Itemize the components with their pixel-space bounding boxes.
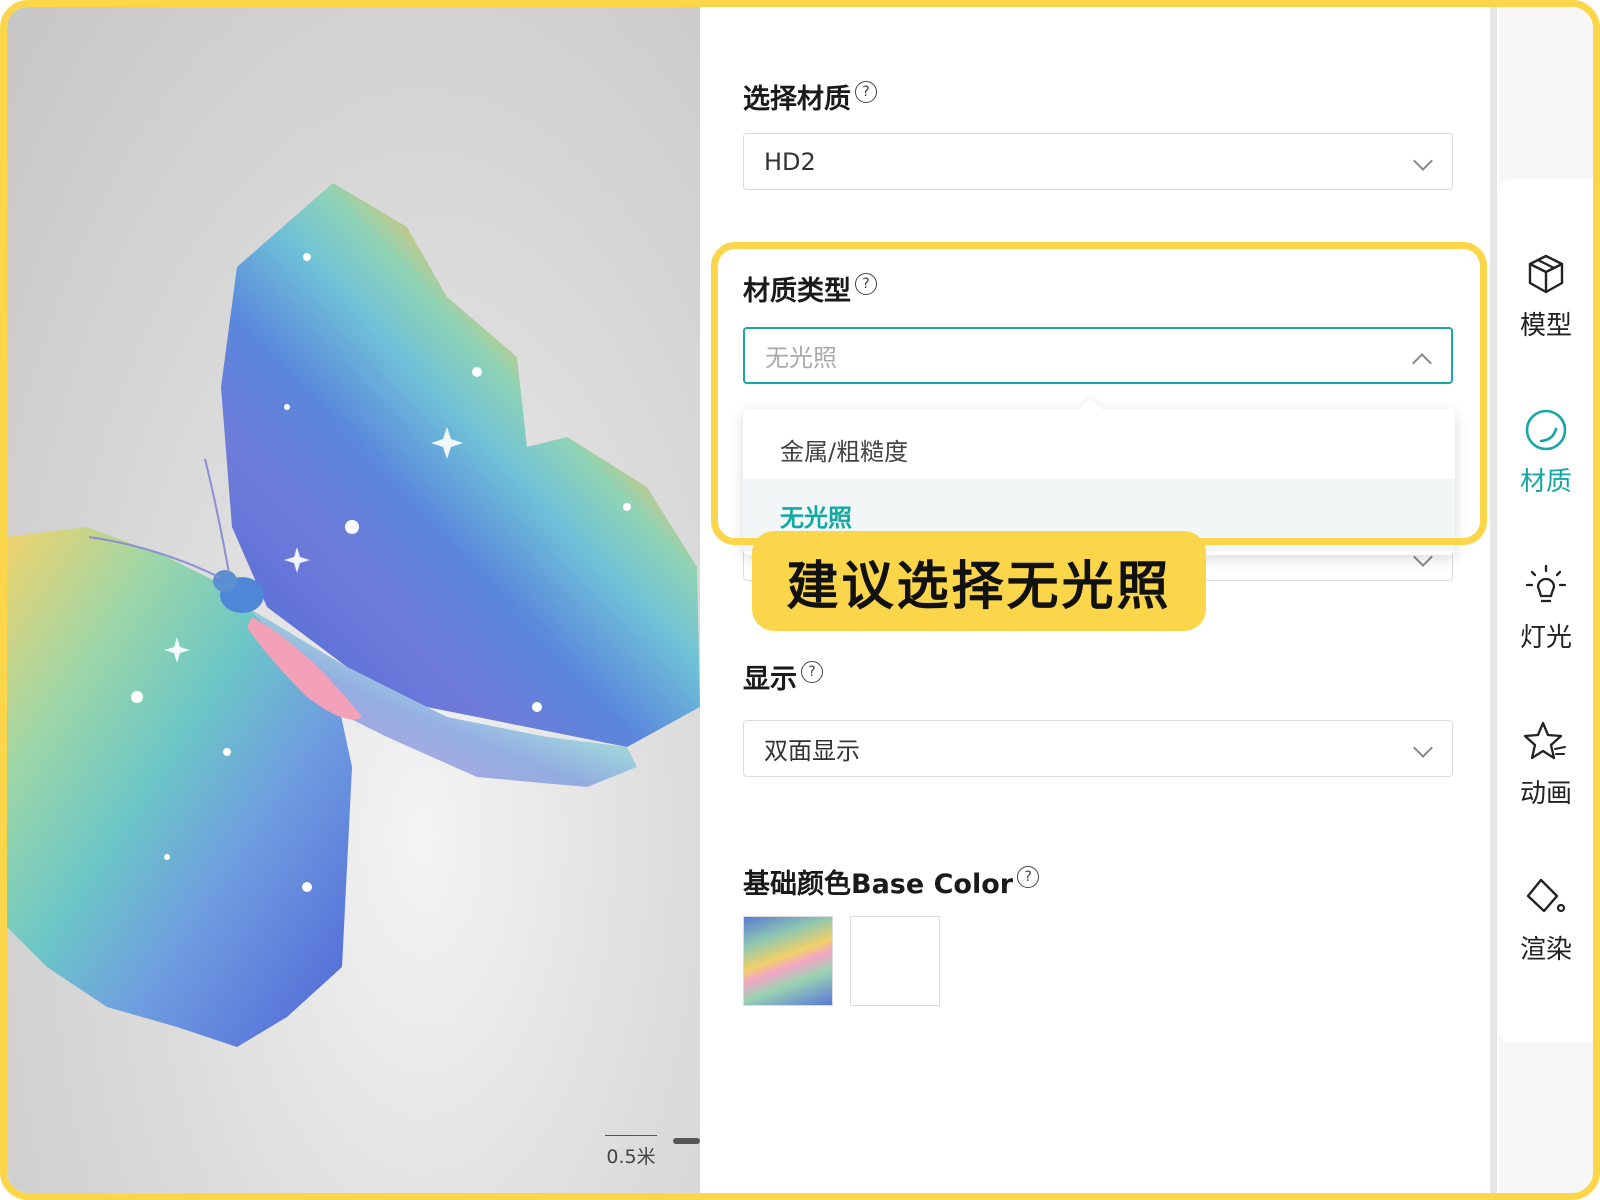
toolbar-item-animation[interactable]: 动画: [1499, 719, 1593, 810]
panel-divider[interactable]: [1490, 7, 1497, 1193]
base-color-label: 基础颜色Base Color ?: [743, 862, 1040, 901]
toolbar-label: 模型: [1519, 311, 1572, 341]
base-color-label-text: 基础颜色Base Color: [743, 869, 1014, 900]
3d-viewport[interactable]: 0.5米: [7, 7, 700, 1193]
display-label-text: 显示: [743, 664, 797, 695]
help-icon[interactable]: ?: [855, 272, 877, 295]
toolbar-item-render[interactable]: 渲染: [1499, 875, 1593, 966]
help-icon[interactable]: ?: [855, 80, 877, 103]
toolbar-item-light[interactable]: 灯光: [1499, 563, 1593, 654]
toolbar-label: 渲染: [1519, 935, 1572, 965]
material-type-label: 材质类型 ?: [743, 269, 877, 308]
dropdown-option-metal-roughness[interactable]: 金属/粗糙度: [743, 413, 1455, 485]
tip-badge: 建议选择无光照: [752, 531, 1206, 631]
chevron-down-icon: [1413, 151, 1433, 171]
toolbar-label: 动画: [1519, 779, 1572, 809]
toolbar-label: 灯光: [1519, 623, 1572, 653]
viewport-scroll-handle[interactable]: [673, 1138, 700, 1144]
cube-icon: [1528, 254, 1564, 294]
scale-line: [605, 1135, 657, 1136]
material-type-select[interactable]: 无光照: [743, 327, 1453, 384]
material-select-label: 选择材质 ?: [743, 77, 877, 116]
chevron-up-icon: [1412, 353, 1432, 373]
material-circle-icon: [1525, 409, 1567, 451]
base-color-texture-swatch[interactable]: [743, 916, 833, 1006]
app-frame: 0.5米 选择材质 ? HD2 材质类型 ? 无光照 金属/粗糙度 无光照 显示…: [0, 0, 1600, 1200]
scale-indicator: 0.5米: [605, 1135, 657, 1169]
material-type-placeholder: 无光照: [765, 344, 837, 372]
toolbar-card: 模型 材质 灯光 动画 渲染: [1499, 179, 1593, 1043]
base-color-empty-swatch[interactable]: [850, 916, 940, 1006]
scale-label: 0.5米: [606, 1146, 656, 1168]
help-icon[interactable]: ?: [1017, 865, 1040, 888]
right-toolbar: 模型 材质 灯光 动画 渲染: [1499, 7, 1593, 1193]
display-select-value: 双面显示: [764, 737, 860, 765]
material-select-label-text: 选择材质: [743, 84, 851, 115]
paint-bucket-icon: [1526, 878, 1566, 913]
help-icon[interactable]: ?: [801, 660, 823, 683]
toolbar-item-model[interactable]: 模型: [1499, 251, 1593, 342]
butterfly-model: [7, 183, 700, 1047]
star-sparkle-icon: [1523, 721, 1566, 760]
material-select[interactable]: HD2: [743, 133, 1453, 190]
material-select-value: HD2: [764, 147, 816, 176]
chevron-down-icon: [1413, 738, 1433, 758]
toolbar-item-material[interactable]: 材质: [1499, 407, 1593, 498]
display-select[interactable]: 双面显示: [743, 720, 1453, 777]
toolbar-label: 材质: [1519, 467, 1572, 497]
display-label: 显示 ?: [743, 657, 823, 696]
material-type-label-text: 材质类型: [743, 276, 851, 307]
bulb-icon: [1525, 564, 1567, 603]
